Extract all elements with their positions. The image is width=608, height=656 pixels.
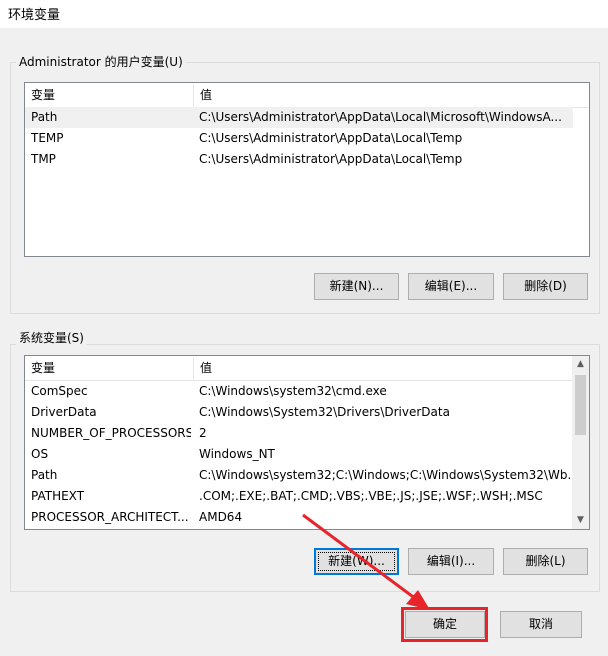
row-variable: Path xyxy=(31,468,58,482)
system-delete-button[interactable]: 删除(L) xyxy=(503,548,588,575)
row-variable: TMP xyxy=(31,152,56,166)
system-vars-header: 变量 值 xyxy=(25,356,572,381)
column-header-variable[interactable]: 变量 xyxy=(25,83,193,108)
table-row[interactable]: PATHEXT .COM;.EXE;.BAT;.CMD;.VBS;.VBE;.J… xyxy=(25,486,573,507)
title-bar: 环境变量 xyxy=(0,0,608,28)
table-row[interactable]: TMP C:\Users\Administrator\AppData\Local… xyxy=(25,149,573,170)
table-row[interactable]: Path C:\Windows\system32;C:\Windows;C:\W… xyxy=(25,465,573,486)
row-value: C:\Windows\system32\cmd.exe xyxy=(199,384,387,398)
user-vars-header: 变量 值 xyxy=(25,83,589,108)
row-value: C:\Users\Administrator\AppData\Local\Mic… xyxy=(199,110,562,124)
cancel-button[interactable]: 取消 xyxy=(500,611,582,638)
scroll-down-icon[interactable]: ▼ xyxy=(572,512,589,529)
user-delete-button[interactable]: 删除(D) xyxy=(503,273,588,300)
table-row[interactable]: OS Windows_NT xyxy=(25,444,573,465)
row-variable: PATHEXT xyxy=(31,489,85,503)
row-variable: DriverData xyxy=(31,405,97,419)
row-variable: TEMP xyxy=(31,131,64,145)
row-value: Windows_NT xyxy=(199,447,275,461)
row-value: C:\Users\Administrator\AppData\Local\Tem… xyxy=(199,131,463,145)
table-row[interactable]: ComSpec C:\Windows\system32\cmd.exe xyxy=(25,381,573,402)
window-title: 环境变量 xyxy=(8,8,61,23)
table-row[interactable]: TEMP C:\Users\Administrator\AppData\Loca… xyxy=(25,128,573,149)
row-value: C:\Users\Administrator\AppData\Local\Tem… xyxy=(199,152,463,166)
row-value: C:\Windows\System32\Drivers\DriverData xyxy=(199,405,450,419)
row-variable: PROCESSOR_ARCHITECT... xyxy=(31,510,189,524)
column-header-value[interactable]: 值 xyxy=(194,83,574,108)
row-value: AMD64 xyxy=(199,510,243,524)
scroll-up-icon[interactable]: ▲ xyxy=(572,356,589,373)
row-variable: Path xyxy=(31,110,58,124)
row-variable: OS xyxy=(31,447,49,461)
user-edit-button[interactable]: 编辑(E)... xyxy=(408,273,494,300)
system-vars-group-label: 系统变量(S) xyxy=(16,330,87,346)
row-value: 2 xyxy=(199,426,207,440)
table-row[interactable]: PROCESSOR_ARCHITECT... AMD64 xyxy=(25,507,573,528)
user-vars-list[interactable]: 变量 值 Path C:\Users\Administrator\AppData… xyxy=(24,82,590,257)
user-new-button[interactable]: 新建(N)... xyxy=(314,273,399,300)
row-value: .COM;.EXE;.BAT;.CMD;.VBS;.VBE;.JS;.JSE;.… xyxy=(199,489,543,503)
system-vars-scrollbar[interactable]: ▲ ▼ xyxy=(572,356,589,529)
ok-highlight-box xyxy=(401,607,488,642)
scroll-thumb[interactable] xyxy=(575,375,586,435)
system-vars-list[interactable]: 变量 值 ComSpec C:\Windows\system32\cmd.exe… xyxy=(24,355,590,530)
row-value: C:\Windows\system32;C:\Windows;C:\Window… xyxy=(199,468,571,482)
row-variable: ComSpec xyxy=(31,384,88,398)
system-new-button[interactable]: 新建(W)... xyxy=(314,548,399,575)
column-header-value[interactable]: 值 xyxy=(194,356,554,381)
row-variable: NUMBER_OF_PROCESSORS xyxy=(31,426,191,440)
table-row[interactable]: NUMBER_OF_PROCESSORS 2 xyxy=(25,423,573,444)
column-header-variable[interactable]: 变量 xyxy=(25,356,193,381)
system-edit-button[interactable]: 编辑(I)... xyxy=(408,548,494,575)
table-row[interactable]: DriverData C:\Windows\System32\Drivers\D… xyxy=(25,402,573,423)
user-vars-group-label: Administrator 的用户变量(U) xyxy=(16,54,186,70)
table-row[interactable]: Path C:\Users\Administrator\AppData\Loca… xyxy=(25,107,573,128)
